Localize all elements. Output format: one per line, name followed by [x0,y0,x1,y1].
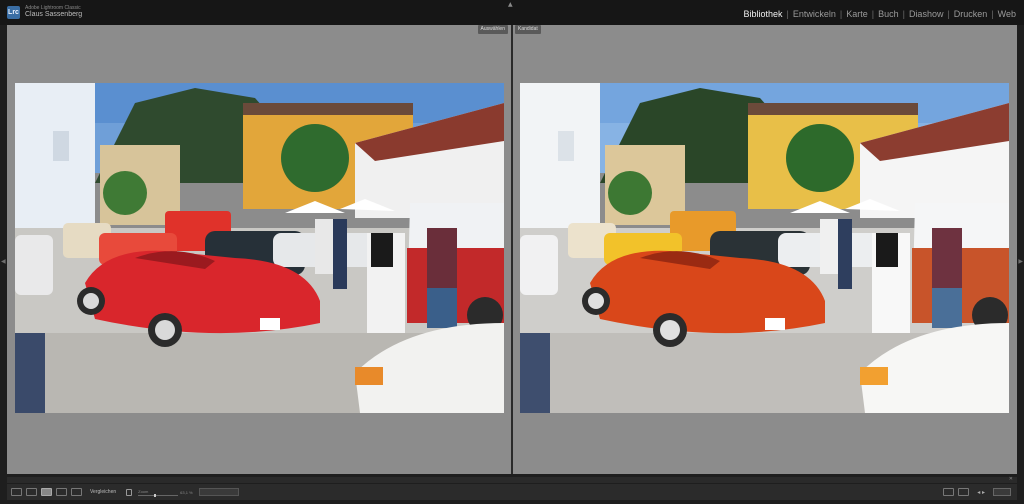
user-name: Claus Sassenberg [25,11,83,18]
zoom-slider[interactable] [138,493,179,497]
toolbar-field[interactable] [198,488,239,496]
module-bibliothek[interactable]: Bibliothek [743,9,782,19]
module-diashow[interactable]: Diashow [909,9,944,19]
module-entwickeln[interactable]: Entwickeln [793,9,836,19]
select-pane[interactable]: Auswählen [7,25,511,474]
module-separator: | [786,9,789,19]
module-buch[interactable]: Buch [878,9,899,19]
right-panel-toggle-icon[interactable]: ▶ [1018,258,1023,265]
zoom-control[interactable]: Zoom [138,488,179,497]
lock-icon[interactable] [126,488,133,496]
swap-icon[interactable] [943,488,955,496]
candidate-label: Kandidat [515,25,541,34]
prev-next-arrows-icon[interactable]: ◂ ▸ [977,489,985,496]
module-web[interactable]: Web [998,9,1016,19]
module-separator: | [902,9,905,19]
module-drucken[interactable]: Drucken [954,9,988,19]
lightroom-logo-icon: Lrc [7,6,20,19]
survey-view-icon[interactable] [56,488,67,496]
module-separator: | [991,9,994,19]
people-view-icon[interactable] [71,488,82,496]
zoom-knob[interactable] [154,493,157,497]
make-select-icon[interactable] [958,488,970,496]
identity-bar: Lrc Adobe Lightroom Classic Claus Sassen… [0,0,1024,25]
zoom-value: 63,1 % [180,489,193,495]
select-label: Auswählen [477,25,508,34]
photo-car-show-edited [520,83,1009,413]
module-karte[interactable]: Karte [846,9,868,19]
module-separator: | [947,9,950,19]
photo-car-show-original [15,83,504,413]
left-panel-toggle-icon[interactable]: ◀ [1,258,6,265]
loupe-view-icon[interactable] [26,488,37,496]
module-picker: Bibliothek | Entwickeln | Karte | Buch |… [743,9,1016,19]
module-separator: | [839,9,843,19]
compare-mode-label: Vergleichen [90,489,117,495]
toolbar: Vergleichen Zoom 63,1 % ◂ ▸ [7,484,1017,500]
close-icon[interactable]: ✕ [1009,476,1013,482]
module-separator: | [871,9,875,19]
select-photo[interactable] [15,83,504,413]
compare-view-icon[interactable] [41,488,52,496]
compare-view: Auswählen Kandidat [7,25,1017,474]
filmstrip-header: ✕ [7,476,1017,483]
toolbar-right: ◂ ▸ [939,488,1011,496]
candidate-photo[interactable] [520,83,1009,413]
candidate-pane[interactable]: Kandidat [513,25,1017,474]
done-button[interactable] [993,488,1011,496]
grid-view-icon[interactable] [11,488,22,496]
panel-toggle-arrow-icon[interactable]: ▲ [508,1,513,8]
zoom-label: Zoom [138,488,149,494]
